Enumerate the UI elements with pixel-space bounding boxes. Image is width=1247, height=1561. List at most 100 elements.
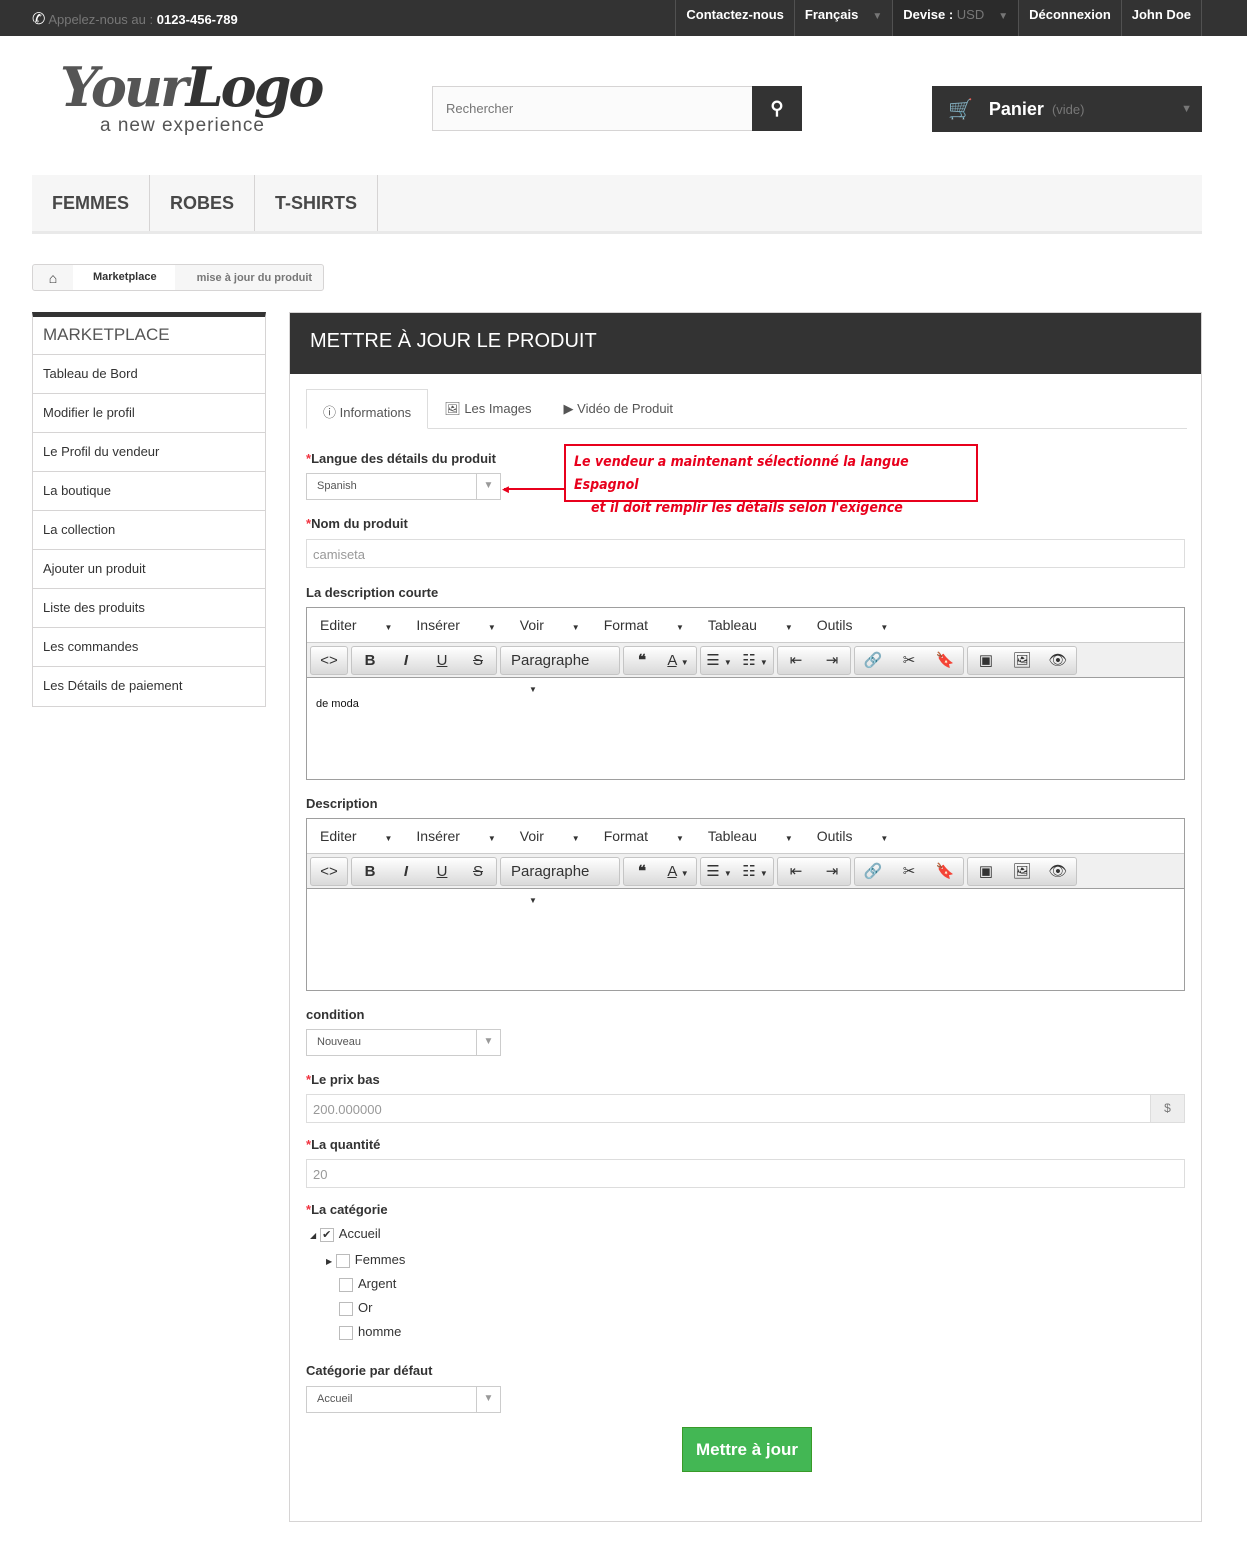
category-checkbox[interactable] — [339, 1301, 353, 1316]
price-input[interactable]: 200.000000 — [306, 1094, 1151, 1123]
account-link[interactable]: John Doe — [1120, 0, 1202, 36]
preview-icon[interactable]: 👁 — [1040, 647, 1076, 674]
tab-label: Informations — [339, 405, 412, 420]
text-color-icon[interactable]: A ▼ — [660, 858, 696, 885]
blockquote-icon[interactable]: ❝ — [624, 647, 660, 674]
format-select[interactable]: Paragraphe ▼ — [501, 647, 619, 694]
outdent-icon[interactable]: ⇤ — [778, 858, 814, 885]
editor-menu[interactable]: Outils ▼ — [817, 828, 889, 844]
menu-item-robes[interactable]: ROBES — [150, 175, 256, 231]
bold-icon[interactable]: B — [352, 647, 388, 674]
tab-informations[interactable]: ⓘ Informations — [306, 389, 429, 429]
tab-images[interactable]: 🖼 Les Images — [428, 389, 547, 428]
currency-addon: $ — [1150, 1094, 1185, 1123]
sidebar-item[interactable]: Tableau de Bord — [33, 355, 265, 394]
sidebar-item[interactable]: Liste des produits — [33, 589, 265, 628]
editor-menu[interactable]: Voir ▼ — [520, 617, 580, 633]
language-selector[interactable]: Français ▼ — [793, 0, 892, 36]
editor-menu[interactable]: Outils ▼ — [817, 617, 889, 633]
main-panel: METTRE À JOUR LE PRODUIT ⓘ Informations … — [289, 312, 1202, 1522]
logo[interactable]: YourLogo a new experience — [60, 55, 340, 145]
bookmark-icon[interactable]: 🔖 — [927, 647, 963, 674]
sidebar-item[interactable]: Les commandes — [33, 628, 265, 667]
preview-icon[interactable]: 👁 — [1040, 858, 1076, 885]
editor-menu[interactable]: Editer ▼ — [320, 828, 392, 844]
source-code-icon[interactable]: <> — [311, 858, 347, 885]
editor-menu[interactable]: Insérer ▼ — [416, 828, 495, 844]
indent-icon[interactable]: ⇥ — [814, 858, 850, 885]
image-icon[interactable]: 🖼 — [1004, 858, 1040, 885]
breadcrumb-marketplace[interactable]: Marketplace — [73, 265, 175, 290]
bold-icon[interactable]: B — [352, 858, 388, 885]
outdent-icon[interactable]: ⇤ — [778, 647, 814, 674]
editor-menu[interactable]: Tableau ▼ — [708, 617, 793, 633]
sidebar-item[interactable]: Modifier le profil — [33, 394, 265, 433]
source-code-icon[interactable]: <> — [311, 647, 347, 674]
logout-link[interactable]: Déconnexion — [1018, 0, 1121, 36]
menu-item-femmes[interactable]: FEMMES — [32, 175, 151, 231]
image-icon[interactable]: 🖼 — [1004, 647, 1040, 674]
home-icon[interactable]: ⌂ — [33, 270, 73, 286]
search-input[interactable] — [432, 86, 752, 131]
cart-button[interactable]: 🛒 Panier (vide) ▼ — [932, 86, 1202, 132]
default-category-select[interactable]: Accueil ▼ — [306, 1386, 501, 1413]
italic-icon[interactable]: I — [388, 647, 424, 674]
lang-label: *Langue des détails du produit — [306, 451, 496, 466]
sidebar-item[interactable]: La collection — [33, 511, 265, 550]
currency-label: Devise : — [903, 7, 954, 22]
menu-item-tshirts[interactable]: T-SHIRTS — [255, 175, 379, 231]
media-icon[interactable]: ▣ — [968, 858, 1004, 885]
condition-select[interactable]: Nouveau ▼ — [306, 1029, 501, 1056]
editor-menu[interactable]: Format ▼ — [604, 828, 684, 844]
underline-icon[interactable]: U — [424, 647, 460, 674]
currency-selector[interactable]: Devise : USD ▼ — [892, 0, 1019, 36]
sidebar-item[interactable]: Ajouter un produit — [33, 550, 265, 589]
bullet-list-icon[interactable]: ☰ ▼ — [701, 858, 737, 885]
short-desc-editor[interactable]: Editer ▼ Insérer ▼ Voir ▼ Format ▼ Tableau ▼… — [306, 607, 1185, 780]
tabs: ⓘ Informations 🖼 Les Images ▶ Vidéo de P… — [306, 389, 1187, 429]
unlink-icon[interactable]: ✂ — [891, 858, 927, 885]
link-icon[interactable]: 🔗 — [855, 858, 891, 885]
lang-select[interactable]: Spanish ▼ — [306, 473, 501, 500]
bookmark-icon[interactable]: 🔖 — [927, 858, 963, 885]
strikethrough-icon[interactable]: S — [460, 858, 496, 885]
sidebar-item[interactable]: Le Profil du vendeur — [33, 433, 265, 472]
indent-icon[interactable]: ⇥ — [814, 647, 850, 674]
text-color-icon[interactable]: A ▼ — [660, 647, 696, 674]
update-button[interactable]: Mettre à jour — [682, 1427, 812, 1472]
media-icon[interactable]: ▣ — [968, 647, 1004, 674]
underline-icon[interactable]: U — [424, 858, 460, 885]
expand-icon[interactable]: ▶ — [326, 1257, 332, 1266]
unlink-icon[interactable]: ✂ — [891, 647, 927, 674]
collapse-icon[interactable]: ◢ — [310, 1231, 316, 1240]
category-checkbox[interactable] — [339, 1277, 353, 1292]
contact-link[interactable]: Contactez-nous — [675, 0, 794, 36]
sidebar-item[interactable]: La boutique — [33, 472, 265, 511]
sidebar-item[interactable]: Les Détails de paiement — [33, 667, 265, 706]
blockquote-icon[interactable]: ❝ — [624, 858, 660, 885]
quantity-input[interactable]: 20 — [306, 1159, 1185, 1188]
link-icon[interactable]: 🔗 — [855, 647, 891, 674]
category-checkbox[interactable] — [339, 1325, 353, 1340]
editor-menu[interactable]: Voir ▼ — [520, 828, 580, 844]
strikethrough-icon[interactable]: S — [460, 647, 496, 674]
editor-content[interactable]: de moda — [307, 678, 1184, 730]
desc-editor[interactable]: Editer ▼ Insérer ▼ Voir ▼ Format ▼ Tableau ▼… — [306, 818, 1185, 991]
product-name-input[interactable]: camiseta — [306, 539, 1185, 568]
top-bar: ✆ Appelez-nous au : 0123-456-789 Contact… — [0, 0, 1247, 36]
search-button[interactable]: ⚲ — [752, 86, 802, 131]
numbered-list-icon[interactable]: ☷ ▼ — [737, 647, 773, 674]
category-checkbox[interactable]: ✔ — [319, 1227, 334, 1242]
editor-content[interactable] — [307, 889, 1184, 929]
numbered-list-icon[interactable]: ☷ ▼ — [737, 858, 773, 885]
tab-video[interactable]: ▶ Vidéo de Produit — [548, 389, 690, 428]
editor-menu[interactable]: Editer ▼ — [320, 617, 392, 633]
editor-menu[interactable]: Format ▼ — [604, 617, 684, 633]
bullet-list-icon[interactable]: ☰ ▼ — [701, 647, 737, 674]
price-label: *Le prix bas — [306, 1072, 380, 1087]
category-checkbox[interactable] — [335, 1253, 350, 1268]
italic-icon[interactable]: I — [388, 858, 424, 885]
format-select[interactable]: Paragraphe ▼ — [501, 858, 619, 905]
editor-menu[interactable]: Tableau ▼ — [708, 828, 793, 844]
editor-menu[interactable]: Insérer ▼ — [416, 617, 495, 633]
